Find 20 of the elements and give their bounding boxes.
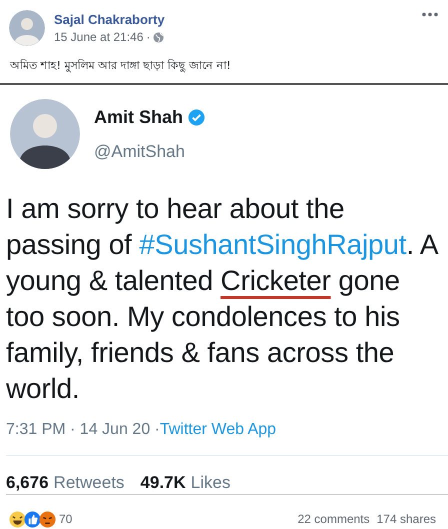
- account-name: Amit Shah: [94, 106, 184, 128]
- separator: ·: [146, 30, 150, 44]
- thumbs-up-icon: [24, 510, 41, 528]
- tweet-text: I am sorry to hear about the passing of #SushantSinghRajput. A young & talented Cricketer gone too soon. My condolences to his family, friends & fans across the world.: [6, 192, 438, 406]
- tweet-meta: 7:31 PM · 14 Jun 20 ·Twitter Web App: [6, 421, 278, 439]
- hashtag-link[interactable]: #SushantSinghRajput: [139, 229, 406, 260]
- reaction-count[interactable]: 70: [59, 512, 298, 526]
- account-handle: @AmitShah: [94, 142, 186, 162]
- comment-count[interactable]: 22 comments: [298, 512, 370, 526]
- tweet-stat: 6,676 Retweets: [6, 473, 124, 493]
- post-time[interactable]: 15 June at 21:46: [54, 30, 144, 44]
- more-icon[interactable]: [422, 12, 438, 17]
- profile-avatar: [10, 99, 80, 169]
- post-text: অমিত শাহ! মুসলিম আর দাঙ্গা ছাড়া কিছু জানে না!: [8, 58, 232, 74]
- laughing-emoji-icon: [9, 510, 26, 528]
- share-count[interactable]: 174 shares: [376, 512, 436, 526]
- globe-icon: [153, 32, 164, 42]
- angry-emoji-icon: [39, 510, 56, 528]
- author-name[interactable]: Sajal Chakraborty: [54, 12, 413, 27]
- tweet-stat: 49.7K Likes: [140, 473, 230, 493]
